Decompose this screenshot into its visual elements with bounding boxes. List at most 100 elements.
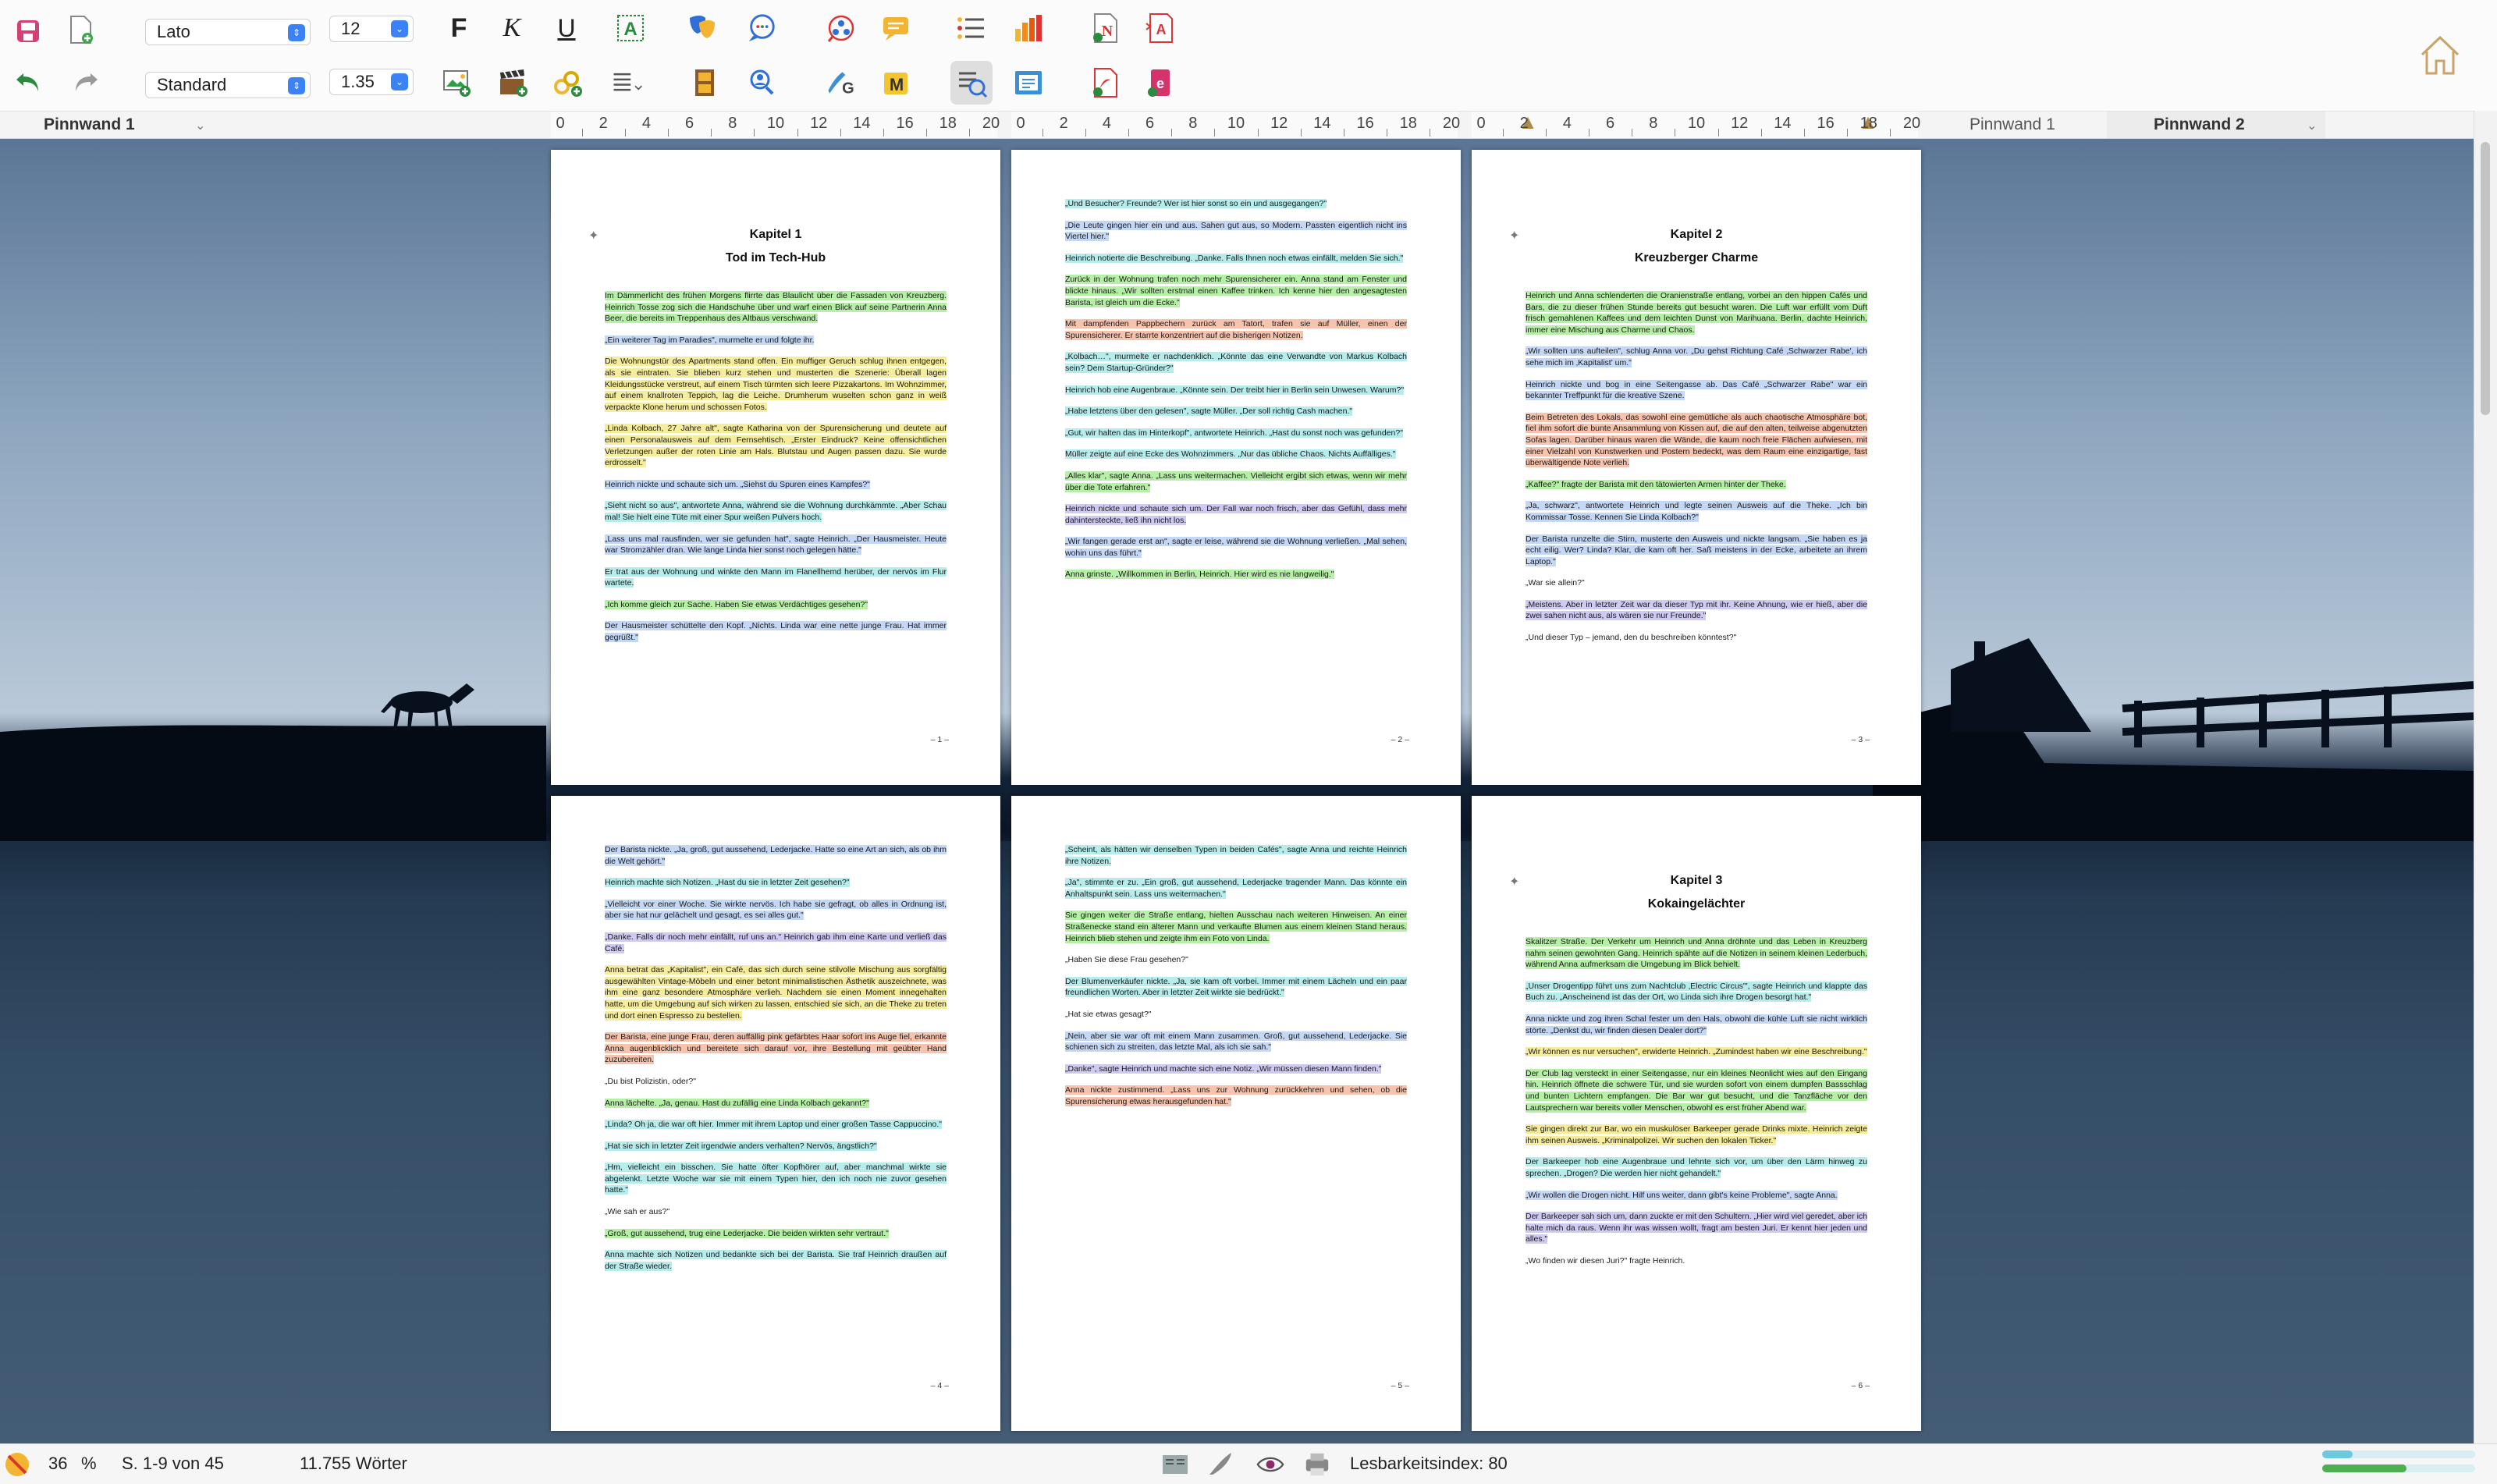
underline-button[interactable]: U bbox=[551, 12, 582, 44]
paragraph[interactable]: Der Club lag versteckt in einer Seitenga… bbox=[1526, 1068, 1867, 1113]
paragraph[interactable]: „Alles klar", sagte Anna. „Lass uns weit… bbox=[1065, 470, 1407, 492]
text-analysis-icon[interactable]: A bbox=[1144, 12, 1175, 44]
font-family-select[interactable]: Lato ⇕ bbox=[145, 19, 311, 45]
font-size-select[interactable]: 12 ⌄ bbox=[329, 16, 414, 42]
paragraph[interactable]: „War sie allein?" bbox=[1526, 578, 1585, 588]
paragraph[interactable]: „Ein weiterer Tag im Paradies", murmelte… bbox=[605, 335, 815, 345]
undo-icon[interactable] bbox=[12, 67, 44, 98]
board-tab-left[interactable]: Pinnwand 1 ⌄ bbox=[44, 112, 215, 138]
print-icon[interactable] bbox=[1303, 1450, 1331, 1479]
speech-bubbles-icon[interactable] bbox=[746, 12, 777, 44]
paragraph[interactable]: „Ja, schwarz", antwortete Heinrich und l… bbox=[1526, 501, 1867, 522]
paragraph[interactable]: „Unser Drogentipp führt uns zum Nachtclu… bbox=[1526, 981, 1867, 1003]
pdf-icon[interactable] bbox=[1089, 67, 1121, 98]
marker-icon[interactable]: M bbox=[880, 67, 911, 98]
paragraph[interactable]: Der Barkeeper hob eine Augenbraue und le… bbox=[1526, 1157, 1867, 1178]
paragraph[interactable]: „Die Leute gingen hier ein und aus. Sahe… bbox=[1065, 220, 1407, 242]
paragraph[interactable]: „Hat sie etwas gesagt?" bbox=[1065, 1010, 1152, 1019]
document-page[interactable]: „Scheint, als hätten wir denselben Typen… bbox=[1011, 796, 1461, 1431]
document-page[interactable]: ✦ Kapitel 2 Kreuzberger Charme Heinrich und… bbox=[1472, 150, 1921, 785]
document-page[interactable]: Der Barista nickte. „Ja, groß, gut ausse… bbox=[551, 796, 1000, 1431]
paragraph[interactable]: Anna grinste. „Willkommen in Berlin, Hei… bbox=[1065, 570, 1334, 580]
paragraph[interactable]: Der Hausmeister schüttelte den Kopf. „Ni… bbox=[605, 621, 947, 643]
paragraph[interactable]: „Linda Kolbach, 27 Jahre alt", sagte Kat… bbox=[605, 424, 947, 468]
board-tab-2[interactable]: Pinnwand 2 ⌄ bbox=[2107, 112, 2325, 138]
paragraph[interactable]: Zurück in der Wohnung trafen noch mehr S… bbox=[1065, 275, 1407, 307]
board-tab-1[interactable]: Pinnwand 1 bbox=[1970, 112, 2094, 138]
paragraph[interactable]: Heinrich nickte und schaute sich um. Der… bbox=[1065, 504, 1407, 525]
quill-icon[interactable] bbox=[1206, 1450, 1234, 1479]
paragraph[interactable]: „Wie sah er aus?" bbox=[605, 1207, 670, 1216]
paragraph[interactable]: Sie gingen weiter die Straße entlang, hi… bbox=[1065, 911, 1407, 943]
page-text[interactable]: Heinrich und Anna schlenderten die Orani… bbox=[1525, 290, 1868, 654]
paragraph[interactable]: Er trat aus der Wohnung und winkte den M… bbox=[605, 566, 947, 588]
paragraph[interactable]: „Und dieser Typ – jemand, den du beschre… bbox=[1526, 633, 1736, 642]
paragraph[interactable]: „Wo finden wir diesen Juri?" fragte Hein… bbox=[1526, 1256, 1685, 1266]
paragraph[interactable]: Der Barista runzelte die Stirn, musterte… bbox=[1526, 534, 1867, 566]
vertical-scrollbar[interactable] bbox=[2474, 111, 2497, 1443]
paragraph[interactable]: „Scheint, als hätten wir denselben Typen… bbox=[1065, 845, 1407, 866]
add-picture-icon[interactable] bbox=[442, 67, 473, 98]
document-page[interactable]: ✦ Kapitel 3 Kokaingelächter Skalitzer Straß… bbox=[1472, 796, 1921, 1431]
paragraph[interactable]: „Wir können es nur versuchen", erwiderte… bbox=[1526, 1047, 1867, 1057]
paragraph[interactable]: „Danke", sagte Heinrich und machte sich … bbox=[1065, 1063, 1382, 1074]
comment-icon[interactable] bbox=[880, 12, 911, 44]
paragraph[interactable]: „Danke. Falls dir noch mehr einfällt, ru… bbox=[605, 932, 947, 953]
paragraph[interactable]: Der Barista nickte. „Ja, groß, gut ausse… bbox=[605, 845, 947, 866]
paragraph[interactable]: Heinrich nickte und bog in eine Seitenga… bbox=[1526, 379, 1867, 401]
theater-masks-icon[interactable] bbox=[687, 12, 718, 44]
paragraph[interactable]: Der Barista, eine junge Frau, deren auff… bbox=[605, 1032, 947, 1065]
paragraph[interactable]: Skalitzer Straße. Der Verkehr um Heinric… bbox=[1526, 937, 1867, 970]
home-button[interactable] bbox=[2417, 33, 2463, 78]
paragraph[interactable]: Heinrich hob eine Augenbraue. „Könnte se… bbox=[1065, 385, 1405, 395]
paragraph[interactable]: Heinrich machte sich Notizen. „Hast du s… bbox=[605, 878, 850, 888]
paragraph[interactable]: „Hm, vielleicht ein bisschen. Sie hatte … bbox=[605, 1163, 947, 1195]
paragraph[interactable]: Anna betrat das „Kapitalist", ein Café, … bbox=[605, 965, 947, 1021]
zoom-icon[interactable] bbox=[3, 1450, 31, 1479]
paragraph[interactable]: „Groß, gut aussehend, trug eine Lederjac… bbox=[605, 1228, 889, 1238]
page-text[interactable]: Im Dämmerlicht des frühen Morgens flirrt… bbox=[604, 290, 947, 654]
name-list-icon[interactable]: N bbox=[1089, 12, 1121, 44]
paragraph[interactable]: Anna nickte und zog ihren Schal fester u… bbox=[1526, 1014, 1867, 1035]
paragraph[interactable]: „Haben Sie diese Frau gesehen?" bbox=[1065, 955, 1188, 964]
paragraph[interactable]: Beim Betreten des Lokals, das sowohl ein… bbox=[1526, 412, 1867, 468]
paragraph[interactable]: „Linda? Oh ja, die war oft hier. Immer m… bbox=[605, 1120, 942, 1130]
scrollbar-thumb[interactable] bbox=[2481, 142, 2490, 415]
paragraph[interactable]: Die Wohnungstür des Apartments stand off… bbox=[605, 357, 947, 412]
eye-icon[interactable] bbox=[1256, 1450, 1284, 1479]
book-icon[interactable] bbox=[1161, 1450, 1189, 1479]
person-search-icon[interactable] bbox=[746, 67, 777, 98]
ebook-icon[interactable]: e bbox=[1144, 67, 1175, 98]
connect-icon[interactable] bbox=[552, 67, 584, 98]
redo-icon[interactable] bbox=[70, 67, 101, 98]
page-text[interactable]: Der Barista nickte. „Ja, groß, gut ausse… bbox=[604, 844, 947, 1282]
paragraph[interactable]: „Du bist Polizistin, oder?" bbox=[605, 1077, 696, 1086]
list-format-icon[interactable] bbox=[612, 67, 643, 98]
new-document-icon[interactable] bbox=[66, 14, 97, 45]
paragraph[interactable]: „Vielleicht vor einer Woche. Sie wirkte … bbox=[605, 899, 947, 921]
paragraph[interactable]: „Kaffee?" fragte der Barista mit den tät… bbox=[1526, 479, 1786, 489]
paragraph[interactable]: „Ich komme gleich zur Sache. Haben Sie e… bbox=[605, 599, 868, 609]
document-page[interactable]: „Und Besucher? Freunde? Wer ist hier son… bbox=[1011, 150, 1461, 785]
bar-chart-icon[interactable] bbox=[1013, 12, 1044, 44]
paragraph[interactable]: „Gut, wir halten das im Hinterkopf", ant… bbox=[1065, 428, 1403, 438]
paragraph[interactable]: Anna nickte zustimmend. „Lass uns zur Wo… bbox=[1065, 1085, 1407, 1106]
save-icon[interactable] bbox=[12, 16, 44, 47]
paragraph[interactable]: Anna lächelte. „Ja, genau. Hast du zufäl… bbox=[605, 1098, 869, 1108]
paragraph[interactable]: „Nein, aber sie war oft mit einem Mann z… bbox=[1065, 1031, 1407, 1053]
page-text[interactable]: Skalitzer Straße. Der Verkehr um Heinric… bbox=[1525, 936, 1868, 1276]
italic-button[interactable]: K bbox=[496, 12, 527, 44]
paragraph[interactable]: „Und Besucher? Freunde? Wer ist hier son… bbox=[1065, 199, 1327, 208]
document-page[interactable]: ✦ Kapitel 1 Tod im Tech-Hub Im Dämmerlicht … bbox=[551, 150, 1000, 785]
paragraph[interactable]: Der Blumenverkäufer nickte. „Ja, sie kam… bbox=[1065, 976, 1407, 998]
line-spacing-select[interactable]: 1.35 ⌄ bbox=[329, 69, 414, 95]
paragraph[interactable]: „Ja", stimmte er zu. „Ein groß, gut auss… bbox=[1065, 878, 1407, 899]
paragraph[interactable]: Heinrich nickte und schaute sich um. „Si… bbox=[605, 479, 870, 489]
paragraph[interactable]: „Wir wollen die Drogen nicht. Hilf uns w… bbox=[1526, 1190, 1838, 1200]
paragraph[interactable]: „Wir sollten uns aufteilen", schlug Anna… bbox=[1526, 346, 1867, 367]
paragraph-style-select[interactable]: Standard ⇕ bbox=[145, 72, 311, 98]
paragraph[interactable]: Heinrich notierte die Beschreibung. „Dan… bbox=[1065, 253, 1404, 263]
bold-button[interactable]: F bbox=[443, 12, 474, 44]
paragraph[interactable]: Im Dämmerlicht des frühen Morgens flirrt… bbox=[605, 291, 947, 324]
clapperboard-icon[interactable] bbox=[498, 67, 529, 98]
